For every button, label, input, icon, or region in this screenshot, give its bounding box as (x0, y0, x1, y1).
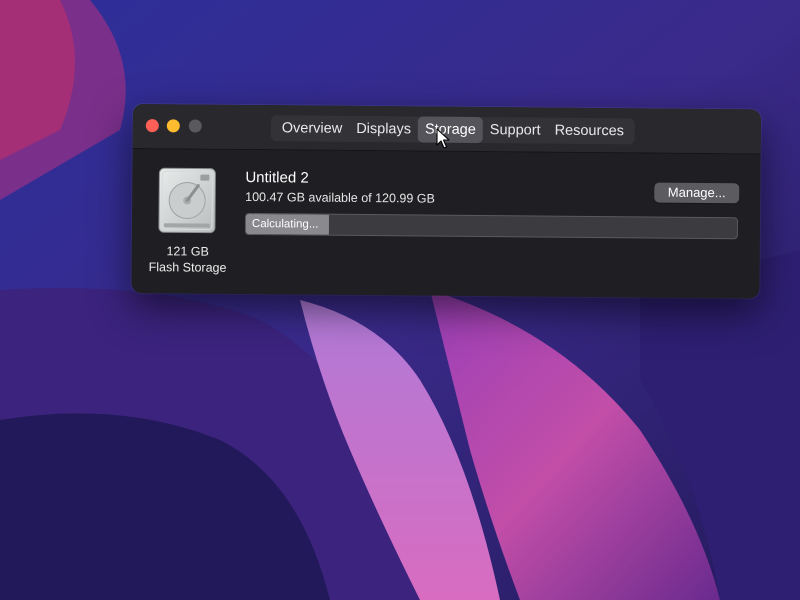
storage-usage-bar: Calculating... (244, 212, 739, 240)
zoom-button (188, 119, 202, 133)
disk-type: Flash Storage (148, 260, 227, 275)
tab-displays[interactable]: Displays (349, 116, 418, 143)
volume-name: Untitled 2 (245, 168, 309, 187)
tab-bar: Overview Displays Storage Support Resour… (270, 115, 636, 145)
hard-drive-icon (158, 167, 216, 234)
tab-support[interactable]: Support (483, 117, 548, 144)
storage-usage-label: Calculating... (251, 218, 319, 231)
close-button[interactable] (145, 119, 159, 133)
minimize-button[interactable] (166, 119, 180, 133)
tab-resources[interactable]: Resources (547, 118, 631, 145)
desktop-wallpaper (0, 0, 800, 600)
tab-storage[interactable]: Storage (417, 116, 483, 144)
volume-available: 100.47 GB available of 120.99 GB (245, 189, 435, 206)
tab-overview[interactable]: Overview (275, 115, 350, 142)
manage-button[interactable]: Manage... (654, 182, 740, 204)
disk-capacity: 121 GB (166, 244, 209, 259)
pointer-cursor-icon (436, 128, 450, 149)
